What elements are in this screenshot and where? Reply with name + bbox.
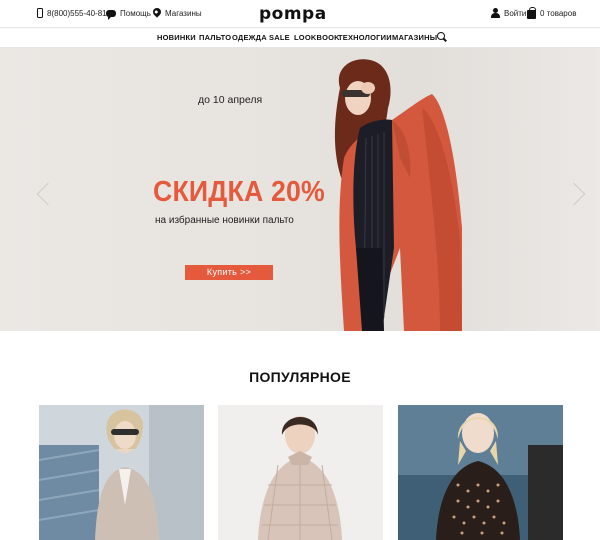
login-label: Войти [504, 8, 527, 18]
product-image [218, 405, 383, 540]
phone-number: 8(800)555-40-81 [47, 8, 107, 18]
product-image [398, 405, 563, 540]
stores-link[interactable]: Магазины [151, 6, 202, 20]
slider-next-arrow[interactable] [562, 182, 586, 206]
main-nav: НОВИНКИ ПАЛЬТО ОДЕЖДА SALE LOOKBOOK ТЕХН… [0, 27, 600, 48]
help-label: Помощь [120, 8, 151, 18]
popular-section-title: ПОПУЛЯРНОЕ [249, 369, 351, 385]
user-icon [491, 8, 500, 18]
chat-icon [106, 9, 116, 20]
search-icon[interactable] [437, 32, 445, 40]
help-link[interactable]: Помощь [106, 6, 151, 20]
nav-item-lookbook[interactable]: LOOKBOOK [294, 33, 340, 42]
product-image [39, 405, 204, 540]
nav-item-technologies[interactable]: ТЕХНОЛОГИИ [338, 33, 392, 42]
nav-item-new[interactable]: НОВИНКИ [157, 33, 196, 42]
buy-button[interactable]: Купить >> [185, 265, 273, 280]
hero-model-image [334, 59, 462, 331]
shopping-bag-icon [527, 6, 536, 19]
nav-item-coats[interactable]: ПАЛЬТО [199, 33, 231, 42]
product-card[interactable] [218, 405, 383, 540]
nav-item-sale[interactable]: SALE [269, 33, 290, 42]
phone-icon [37, 8, 43, 18]
login-link[interactable]: Войти [491, 6, 526, 20]
promo-subtitle: на избранные новинки пальто [155, 215, 294, 226]
slider-prev-arrow[interactable] [36, 182, 60, 206]
promo-title: СКИДКА 20% [153, 176, 325, 208]
site-logo[interactable]: pompa [259, 4, 327, 24]
cart-link[interactable]: 0 товаров [527, 6, 576, 20]
top-bar: 8(800)555-40-81 Помощь Магазины pompa Во… [0, 0, 600, 26]
product-card[interactable] [398, 405, 563, 540]
stores-label: Магазины [165, 8, 202, 18]
product-card[interactable] [39, 405, 204, 540]
cart-count: 0 товаров [540, 8, 577, 18]
nav-item-stores[interactable]: МАГАЗИНЫ [392, 33, 437, 42]
hero-banner[interactable]: до 10 апреля СКИДКА 20% на избранные нов… [0, 48, 600, 331]
nav-item-clothes[interactable]: ОДЕЖДА [232, 33, 267, 42]
location-pin-icon [151, 6, 163, 18]
phone-link[interactable]: 8(800)555-40-81 [37, 6, 107, 20]
promo-date: до 10 апреля [198, 94, 263, 106]
